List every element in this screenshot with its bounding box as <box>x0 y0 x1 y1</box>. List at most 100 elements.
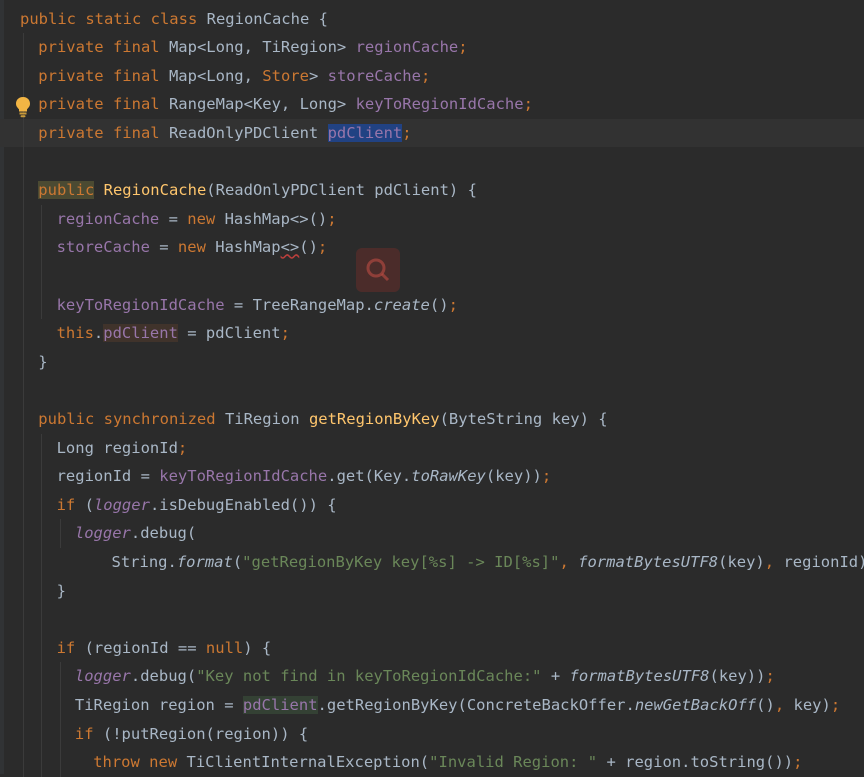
code-text: private final ReadOnlyPDClient pdClient; <box>38 119 411 148</box>
code-token: ; <box>449 296 458 314</box>
code-token: , <box>559 553 578 571</box>
code-token: ; <box>542 467 551 485</box>
code-line[interactable]: if (!putRegion(region)) { <box>0 720 864 749</box>
code-text: storeCache = new HashMap<>(); <box>57 233 328 262</box>
code-token: ; <box>765 667 774 685</box>
code-token: TiRegion <box>225 410 309 428</box>
code-line[interactable] <box>0 605 864 634</box>
indent-guide <box>23 33 24 777</box>
code-token: regionCache <box>356 38 459 56</box>
code-line[interactable]: regionId = keyToRegionIdCache.get(Key.to… <box>0 462 864 491</box>
code-token: ; <box>281 324 290 342</box>
code-line[interactable]: regionCache = new HashMap<>(); <box>0 205 864 234</box>
code-text: private final Map<Long, TiRegion> region… <box>38 33 467 62</box>
code-text: if (regionId == null) { <box>57 634 272 663</box>
code-line[interactable]: logger.debug("Key not find in keyToRegio… <box>0 662 864 691</box>
indent-guide <box>41 205 42 319</box>
indent-guide <box>60 662 61 776</box>
code-token: create <box>374 296 430 314</box>
code-editor[interactable]: public static class RegionCache {private… <box>0 0 864 774</box>
code-token: pdClient <box>103 324 178 342</box>
code-token: key) <box>793 696 830 714</box>
code-token: this <box>57 324 94 342</box>
code-token: toRawKey <box>411 467 486 485</box>
code-text: public RegionCache(ReadOnlyPDClient pdCl… <box>38 176 477 205</box>
code-line[interactable]: private final Map<Long, Store> storeCach… <box>0 62 864 91</box>
code-token: ; <box>458 38 467 56</box>
code-token: if <box>57 639 85 657</box>
code-token: RangeMap<Key, Long> <box>169 95 356 113</box>
code-token: (key)) <box>486 467 542 485</box>
code-line[interactable] <box>0 262 864 291</box>
indent-guide <box>60 519 61 548</box>
code-line[interactable]: private final ReadOnlyPDClient pdClient; <box>0 119 864 148</box>
code-token: regionId = <box>57 467 160 485</box>
code-token: > <box>309 67 328 85</box>
code-line[interactable]: public RegionCache(ReadOnlyPDClient pdCl… <box>0 176 864 205</box>
code-token: public <box>38 181 94 199</box>
code-line[interactable]: keyToRegionIdCache = TreeRangeMap.create… <box>0 291 864 320</box>
code-line[interactable]: logger.debug( <box>0 519 864 548</box>
code-line[interactable]: } <box>0 348 864 377</box>
code-token: ; <box>318 238 327 256</box>
code-text: } <box>38 348 47 377</box>
code-token: (key) <box>718 553 765 571</box>
code-token: ; <box>793 753 802 771</box>
code-token: = <box>150 238 178 256</box>
code-token: Map<Long, TiRegion> <box>169 38 356 56</box>
code-line[interactable]: this.pdClient = pdClient; <box>0 319 864 348</box>
code-token: ( <box>233 553 242 571</box>
code-line[interactable] <box>0 148 864 177</box>
code-token: ) { <box>243 639 271 657</box>
code-text: String.format("getRegionByKey key[%s] ->… <box>112 548 864 577</box>
code-token <box>94 181 103 199</box>
code-token: () <box>299 238 318 256</box>
code-token: if <box>57 496 85 514</box>
code-text: private final Map<Long, Store> storeCach… <box>38 62 430 91</box>
code-token: throw new <box>93 753 186 771</box>
code-token: public static class <box>20 10 207 28</box>
code-token: ; <box>327 210 336 228</box>
code-line[interactable]: } <box>0 577 864 606</box>
code-token: regionId)) <box>783 553 864 571</box>
code-line[interactable] <box>0 376 864 405</box>
code-token: (ByteString key) { <box>440 410 608 428</box>
code-token: = <box>159 210 187 228</box>
code-line[interactable]: private final Map<Long, TiRegion> region… <box>0 33 864 62</box>
code-line[interactable]: public static class RegionCache { <box>0 5 864 34</box>
code-token: Store <box>262 67 309 85</box>
code-token: , <box>765 553 784 571</box>
code-token: . <box>94 324 103 342</box>
code-token: storeCache <box>328 67 421 85</box>
code-token: ; <box>421 67 430 85</box>
code-token: public synchronized <box>38 410 225 428</box>
code-token: () <box>430 296 449 314</box>
code-line[interactable]: if (logger.isDebugEnabled()) { <box>0 491 864 520</box>
code-line[interactable]: TiRegion region = pdClient.getRegionByKe… <box>0 691 864 720</box>
code-line[interactable]: public synchronized TiRegion getRegionBy… <box>0 405 864 434</box>
code-text: if (!putRegion(region)) { <box>75 720 308 749</box>
code-token: if <box>75 725 103 743</box>
code-token: ; <box>402 124 411 142</box>
indent-guide <box>41 434 42 777</box>
code-token: private final <box>38 95 169 113</box>
code-token: newGetBackOff <box>635 696 756 714</box>
code-line[interactable]: String.format("getRegionByKey key[%s] ->… <box>0 548 864 577</box>
code-text: public static class RegionCache { <box>20 5 328 34</box>
code-text: logger.debug("Key not find in keyToRegio… <box>75 662 775 691</box>
code-token: .isDebugEnabled()) { <box>150 496 337 514</box>
lightbulb-icon[interactable] <box>14 96 32 118</box>
code-line[interactable]: Long regionId; <box>0 434 864 463</box>
code-token: + region.toString()) <box>597 753 793 771</box>
code-token: "Key not find in keyToRegionIdCache:" <box>196 667 541 685</box>
search-overlay-button[interactable] <box>356 248 400 292</box>
code-line[interactable]: storeCache = new HashMap<>(); <box>0 233 864 262</box>
code-line[interactable]: throw new TiClientInternalException("Inv… <box>0 748 864 777</box>
code-line[interactable]: if (regionId == null) { <box>0 634 864 663</box>
code-token: null <box>206 639 243 657</box>
code-token: HashMap <box>215 238 280 256</box>
code-text: regionId = keyToRegionIdCache.get(Key.to… <box>57 462 552 491</box>
code-token: Long regionId <box>57 439 178 457</box>
code-token: ; <box>831 696 840 714</box>
code-line[interactable]: private final RangeMap<Key, Long> keyToR… <box>0 90 864 119</box>
